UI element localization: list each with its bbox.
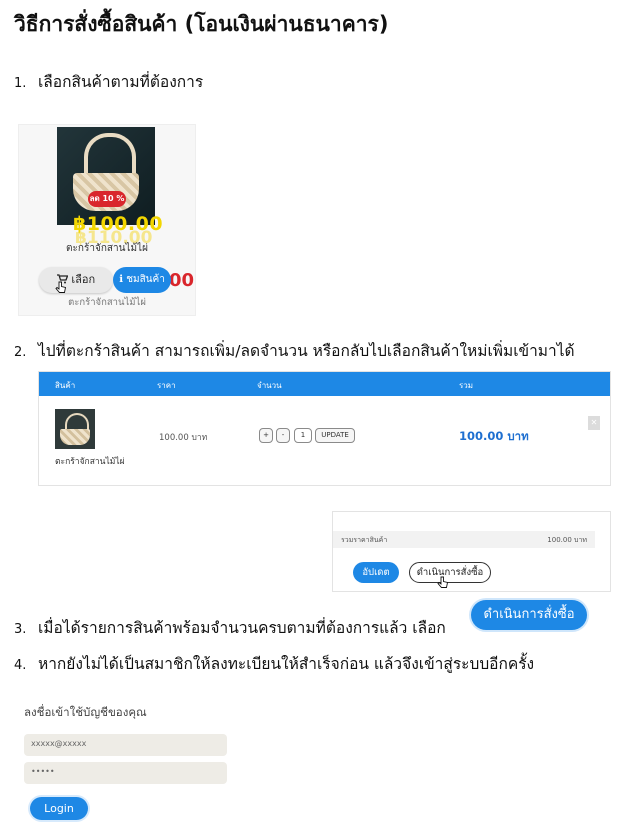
step-number: 4. xyxy=(14,658,27,673)
update-button[interactable]: UPDATE xyxy=(315,428,355,443)
view-label: ชมสินค้า xyxy=(126,274,165,285)
step-2: 2. ไปที่ตะกร้าสินค้า สามารถเพิ่ม/ลดจำนวน … xyxy=(14,338,575,363)
pointer-cursor-icon xyxy=(55,281,67,293)
login-title: ลงชื่อเข้าใช้บัญชีของคุณ xyxy=(24,705,147,719)
summary-amount: 100.00 บาท xyxy=(547,536,587,544)
cart-item-image xyxy=(55,409,95,449)
step-1: 1. เลือกสินค้าตามที่ต้องการ xyxy=(14,69,203,94)
step-3: 3. เมื่อได้รายการสินค้าพร้อมจำนวนครบตามที… xyxy=(14,615,446,640)
summary-update-button[interactable]: อัปเดต xyxy=(353,562,399,583)
summary-checkout-button[interactable]: ดำเนินการสั่งซื้อ xyxy=(409,562,491,583)
login-button[interactable]: Login xyxy=(30,797,88,820)
view-product-button[interactable]: ℹ ชมสินค้า xyxy=(113,267,171,293)
cart-item-name: ตะกร้าจักสานไม้ไผ่ xyxy=(55,457,125,467)
pointer-cursor-icon xyxy=(437,576,449,588)
step-4: 4. หากยังไม่ได้เป็นสมาชิกให้ลงทะเบียนให้ส… xyxy=(14,651,534,676)
step-text: หากยังไม่ได้เป็นสมาชิกให้ลงทะเบียนให้สำเ… xyxy=(38,655,535,673)
step-text: เลือกสินค้าตามที่ต้องการ xyxy=(38,73,204,91)
quantity-minus-button[interactable]: - xyxy=(276,428,290,443)
product-name-below: ตะกร้าจักสานไม้ไผ่ xyxy=(68,297,146,308)
email-field[interactable]: xxxxx@xxxxx xyxy=(24,734,227,756)
step-text: เมื่อได้รายการสินค้าพร้อมจำนวนครบตามที่ต… xyxy=(38,619,446,637)
header-product: สินค้า xyxy=(55,381,76,390)
checkout-button[interactable]: ดำเนินการสั่งซื้อ xyxy=(471,600,587,630)
sale-badge: ลด 10 % xyxy=(88,191,126,207)
product-card: ลด 10 % ฿110.00 ฿100.00 ตะกร้าจักสานไม้ไ… xyxy=(18,124,196,316)
select-label: เลือก xyxy=(71,273,96,286)
product-image xyxy=(57,127,155,225)
summary-row: รวมราคาสินค้า 100.00 บาท xyxy=(333,531,595,548)
product-name: ตะกร้าจักสานไม้ไผ่ xyxy=(66,243,148,254)
remove-item-icon[interactable]: ✕ xyxy=(588,416,600,430)
cart-table: สินค้า ราคา จำนวน รวม ตะกร้าจักสานไม้ไผ่… xyxy=(38,371,611,486)
select-product-button[interactable]: เลือก xyxy=(39,267,113,293)
step-number: 3. xyxy=(14,622,27,637)
cart-item-total: 100.00 บาท xyxy=(459,429,529,443)
header-total: รวม xyxy=(459,381,474,390)
password-field[interactable]: ••••• xyxy=(24,762,227,784)
step-text: ไปที่ตะกร้าสินค้า สามารถเพิ่ม/ลดจำนวน หร… xyxy=(38,342,575,360)
summary-label: รวมราคาสินค้า xyxy=(341,536,388,544)
email-value: xxxxx@xxxxx xyxy=(31,739,87,748)
cart-summary: รวมราคาสินค้า 100.00 บาท อัปเดต ดำเนินกา… xyxy=(332,511,611,592)
header-quantity: จำนวน xyxy=(257,381,282,390)
cart-header: สินค้า ราคา จำนวน รวม xyxy=(39,372,610,396)
header-price: ราคา xyxy=(157,381,176,390)
quantity-plus-button[interactable]: + xyxy=(259,428,273,443)
page-title: วิธีการสั่งซื้อสินค้า (โอนเงินผ่านธนาคาร… xyxy=(14,12,389,36)
partial-price: 00 xyxy=(169,270,195,291)
step-number: 1. xyxy=(14,76,27,91)
step-number: 2. xyxy=(14,345,27,360)
info-icon: ℹ xyxy=(119,274,123,285)
quantity-input[interactable]: 1 xyxy=(294,428,312,443)
password-value: ••••• xyxy=(31,767,55,776)
basket-body xyxy=(60,429,90,445)
sale-price: ฿100.00 xyxy=(73,213,164,235)
cart-item-price: 100.00 บาท xyxy=(159,433,208,443)
